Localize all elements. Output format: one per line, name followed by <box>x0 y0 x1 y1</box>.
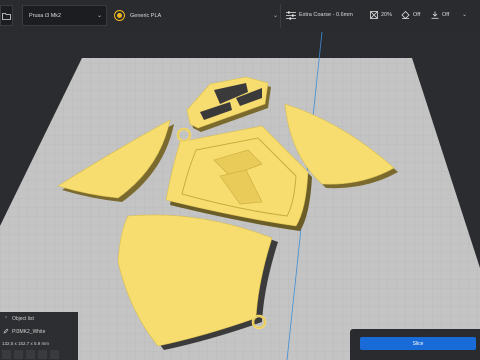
view-front-button[interactable] <box>14 350 23 359</box>
view-left-button[interactable] <box>38 350 47 359</box>
settings-chevron-icon: ⌄ <box>462 12 468 18</box>
view-buttons <box>2 350 78 360</box>
view-cube-icon[interactable] <box>2 350 11 359</box>
object-list-panel: ⌃ Object list PI3MK2_White 132.5 x 152.7… <box>0 312 78 360</box>
printer-name: Prusa i3 Mk2 <box>29 12 62 19</box>
printer-selector[interactable]: Prusa i3 Mk2 ⌄ <box>22 5 107 26</box>
settings-sliders-icon <box>286 11 296 20</box>
support-value: Off <box>413 12 421 18</box>
infill-icon <box>370 11 378 19</box>
print-settings-button[interactable]: Extra Coarse - 0.6mm 20% Off Off ⌄ <box>282 5 478 26</box>
object-list-chevron-icon[interactable]: ⌃ <box>4 316 8 322</box>
profile-name: Extra Coarse - 0.6mm <box>299 12 353 18</box>
build-plate-viewport[interactable] <box>0 32 480 360</box>
printer-chevron-icon: ⌄ <box>97 13 103 19</box>
folder-icon <box>2 13 11 20</box>
top-toolbar: Prusa i3 Mk2 ⌄ Generic PLA ⌄ Extra Coars… <box>0 0 480 32</box>
adhesion-value: Off <box>442 12 450 18</box>
adhesion-icon <box>431 11 439 19</box>
infill-value: 20% <box>381 12 393 18</box>
material-selector[interactable]: Generic PLA ⌄ <box>109 5 280 26</box>
material-swatch-icon <box>115 11 124 20</box>
object-list-header[interactable]: Object list <box>12 316 34 322</box>
open-file-button[interactable] <box>0 5 13 26</box>
view-right-button[interactable] <box>50 350 59 359</box>
build-plate-scene <box>0 32 480 360</box>
slice-button[interactable]: Slice <box>360 337 476 350</box>
material-chevron-icon: ⌄ <box>273 13 279 19</box>
support-icon <box>401 11 410 19</box>
material-name: Generic PLA <box>130 13 162 19</box>
action-panel: Slice <box>350 329 480 360</box>
object-file-name: PI3MK2_White <box>12 329 46 335</box>
edit-icon[interactable] <box>3 328 9 334</box>
toolbar-divider <box>280 4 281 28</box>
object-dimensions: 132.5 x 152.7 x 5.9 mm <box>2 341 50 346</box>
view-top-button[interactable] <box>26 350 35 359</box>
